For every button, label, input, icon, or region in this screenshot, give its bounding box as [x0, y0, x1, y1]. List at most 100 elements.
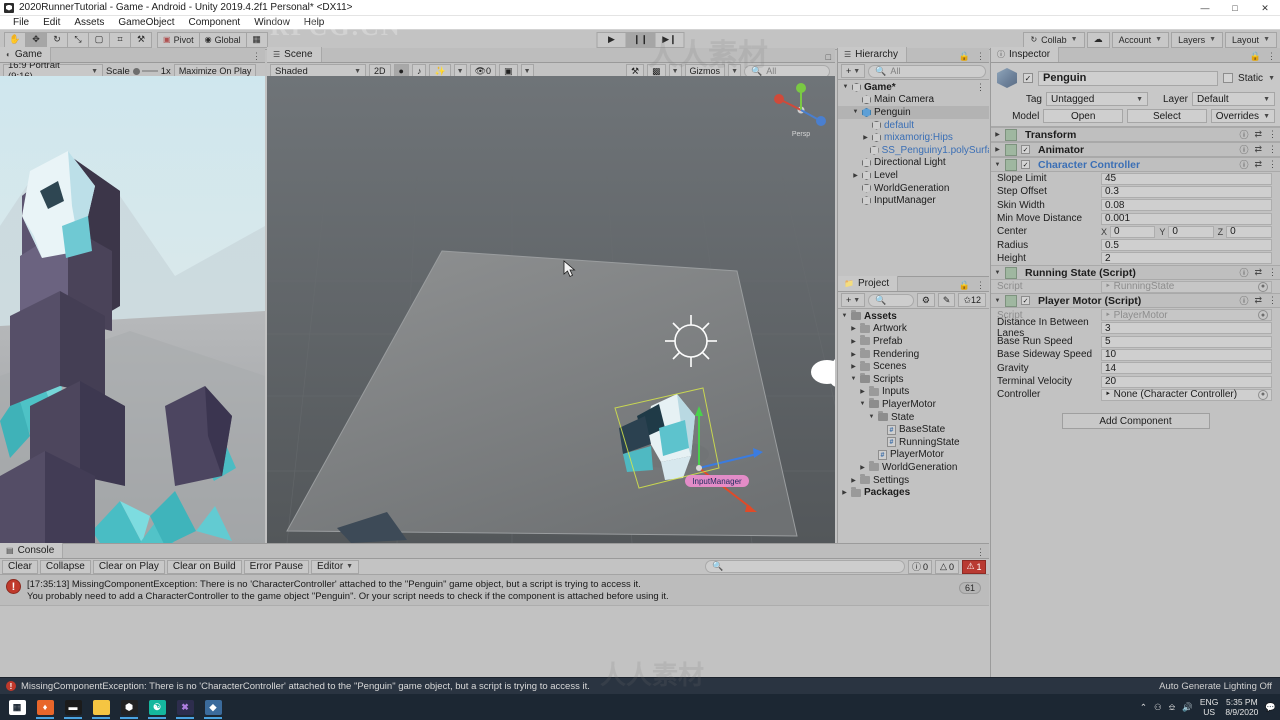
scene-view[interactable]: InputManager Persp	[267, 76, 835, 543]
help-icon[interactable]: ⓘ	[1239, 143, 1248, 156]
layers-button[interactable]: Layers ▼	[1171, 31, 1224, 48]
object-reference-field[interactable]: ‣ PlayerMotor ●	[1101, 309, 1272, 322]
chevron-right-icon[interactable]: ▶	[994, 131, 1001, 138]
step-button[interactable]: ▶❙	[654, 31, 685, 48]
snap-grid-icon[interactable]: ▦	[245, 31, 268, 48]
microphone-icon[interactable]: ⚇	[1154, 702, 1162, 713]
project-item[interactable]: ▼ State	[838, 411, 989, 424]
pause-button[interactable]: ❙❙	[625, 31, 656, 48]
property-input[interactable]: 14	[1101, 362, 1272, 375]
preset-icon[interactable]: ⇄	[1254, 295, 1262, 306]
minimize-button[interactable]: —	[1190, 0, 1220, 16]
model-open-button[interactable]: Open	[1043, 109, 1124, 123]
property-input[interactable]: 0.001	[1101, 212, 1272, 225]
axis-input-x[interactable]: 0	[1110, 225, 1156, 238]
start-button[interactable]: ▦	[4, 695, 30, 719]
menu-item-component[interactable]: Component	[182, 17, 248, 28]
global-toggle[interactable]: ◉ Global	[198, 31, 247, 48]
object-picker-icon[interactable]: ●	[1258, 389, 1268, 400]
file-explorer-icon[interactable]	[88, 695, 114, 719]
component-menu-icon[interactable]: ⋮	[1268, 267, 1277, 278]
lock-icon[interactable]: 🔒	[959, 280, 970, 291]
cloud-button[interactable]: ☁	[1086, 31, 1110, 48]
component-enabled-checkbox[interactable]: ✓	[1021, 145, 1030, 154]
tab-project[interactable]: 📁 Project	[838, 276, 899, 291]
chevron-down-icon[interactable]: ▼	[842, 84, 849, 90]
chevron-down-icon[interactable]: ▼	[1268, 75, 1275, 82]
visual-studio-icon[interactable]: ✖	[172, 695, 198, 719]
game-tab-menu[interactable]: ⋮	[252, 51, 261, 62]
property-input[interactable]: 45	[1101, 172, 1272, 185]
console-menu-icon[interactable]: ⋮	[976, 547, 985, 558]
component-menu-icon[interactable]: ⋮	[1268, 295, 1277, 306]
project-add-button[interactable]: + ▼	[841, 293, 866, 307]
static-checkbox[interactable]	[1223, 73, 1234, 83]
help-icon[interactable]: ⓘ	[1239, 158, 1248, 171]
chevron-down-icon[interactable]: ▼	[841, 313, 848, 319]
scene-tab-menu[interactable]: □	[826, 52, 831, 62]
help-icon[interactable]: ⓘ	[1239, 294, 1248, 307]
chevron-down-icon[interactable]: ▼	[994, 162, 1001, 168]
hierarchy-item[interactable]: ▶ Level	[838, 169, 989, 182]
object-name-field[interactable]: Penguin	[1038, 70, 1219, 86]
menu-item-edit[interactable]: Edit	[36, 17, 67, 28]
hierarchy-add-button[interactable]: + ▼	[841, 64, 866, 78]
console-clear-on-build-button[interactable]: Clear on Build	[166, 559, 242, 574]
project-item[interactable]: ▶ Settings	[838, 474, 989, 487]
status-bar[interactable]: ! MissingComponentException: There is no…	[0, 677, 1280, 694]
axis-input-y[interactable]: 0	[1168, 225, 1214, 238]
property-input[interactable]: 2	[1101, 252, 1272, 265]
hand-tool-icon[interactable]: ✋	[4, 31, 26, 48]
component-header[interactable]: ▶ ✓ Animator ⓘ ⇄ ⋮	[991, 142, 1280, 157]
project-item[interactable]: ▶ WorldGeneration	[838, 461, 989, 474]
project-item[interactable]: ▶#PlayerMotor	[838, 449, 989, 462]
hierarchy-item[interactable]: ▶default	[838, 119, 989, 132]
console-info-counter[interactable]: ⓘ 0	[907, 559, 932, 574]
project-favorites-button[interactable]: ✩ 12	[958, 293, 986, 307]
component-header[interactable]: ▶ Transform ⓘ ⇄ ⋮	[991, 127, 1280, 142]
tab-console[interactable]: ▤ Console	[0, 543, 64, 558]
layer-dropdown[interactable]: Default ▼	[1192, 92, 1275, 106]
hierarchy-item[interactable]: ▶Main Camera	[838, 94, 989, 107]
project-item[interactable]: ▶#BaseState	[838, 423, 989, 436]
lock-icon[interactable]: 🔒	[959, 51, 970, 62]
project-item[interactable]: ▶#RunningState	[838, 436, 989, 449]
project-label-filter-button[interactable]: ✎	[937, 293, 956, 307]
hierarchy-item[interactable]: ▶Directional Light	[838, 157, 989, 170]
unity-hub-icon[interactable]: ⬢	[116, 695, 142, 719]
hierarchy-item[interactable]: ▶InputManager	[838, 194, 989, 207]
hierarchy-item[interactable]: ▼ Penguin	[838, 106, 989, 119]
object-picker-icon[interactable]: ●	[1258, 281, 1268, 292]
project-item[interactable]: ▼ PlayerMotor	[838, 398, 989, 411]
console-collapse-button[interactable]: Collapse	[39, 559, 91, 574]
tab-inspector[interactable]: ⓘ Inspector	[991, 47, 1060, 62]
project-item[interactable]: ▼ Scripts	[838, 373, 989, 386]
rotate-tool-icon[interactable]: ↻	[46, 31, 68, 48]
chevron-down-icon[interactable]: ▼	[859, 401, 866, 407]
project-filter-button[interactable]: ⚙	[916, 293, 935, 307]
property-input[interactable]: 10	[1101, 348, 1272, 361]
tab-hierarchy[interactable]: ☰ Hierarchy	[838, 47, 907, 62]
preset-icon[interactable]: ⇄	[1254, 144, 1262, 155]
layout-button[interactable]: Layout ▼	[1225, 31, 1277, 48]
menu-item-file[interactable]: File	[6, 17, 36, 28]
chevron-right-icon[interactable]: ▶	[994, 146, 1001, 153]
play-button[interactable]: ▶	[596, 31, 627, 48]
hierarchy-item[interactable]: ▶WorldGeneration	[838, 182, 989, 195]
project-item[interactable]: ▶ Packages	[838, 486, 989, 499]
custom-tool-icon[interactable]: ⚒	[130, 31, 152, 48]
tab-scene[interactable]: ☰ Scene	[267, 47, 322, 62]
chevron-right-icon[interactable]: ▶	[862, 134, 869, 141]
add-component-button[interactable]: Add Component	[1061, 413, 1210, 430]
chevron-right-icon[interactable]: ▶	[859, 388, 866, 395]
console-error-counter[interactable]: ⚠ 1	[962, 559, 986, 574]
game-view[interactable]	[0, 76, 265, 543]
axis-input-z[interactable]: 0	[1226, 225, 1272, 238]
component-header[interactable]: ▼ ✓ Character Controller ⓘ ⇄ ⋮	[991, 157, 1280, 172]
network-icon[interactable]: ⎒	[1169, 702, 1176, 713]
chevron-down-icon[interactable]: ▼	[994, 298, 1001, 304]
component-header[interactable]: ▼ Running State (Script) ⓘ ⇄ ⋮	[991, 265, 1280, 281]
object-picker-icon[interactable]: ●	[1258, 310, 1268, 321]
property-input[interactable]: 0.08	[1101, 199, 1272, 212]
inspector-menu-icon[interactable]: ⋮	[1267, 51, 1276, 62]
